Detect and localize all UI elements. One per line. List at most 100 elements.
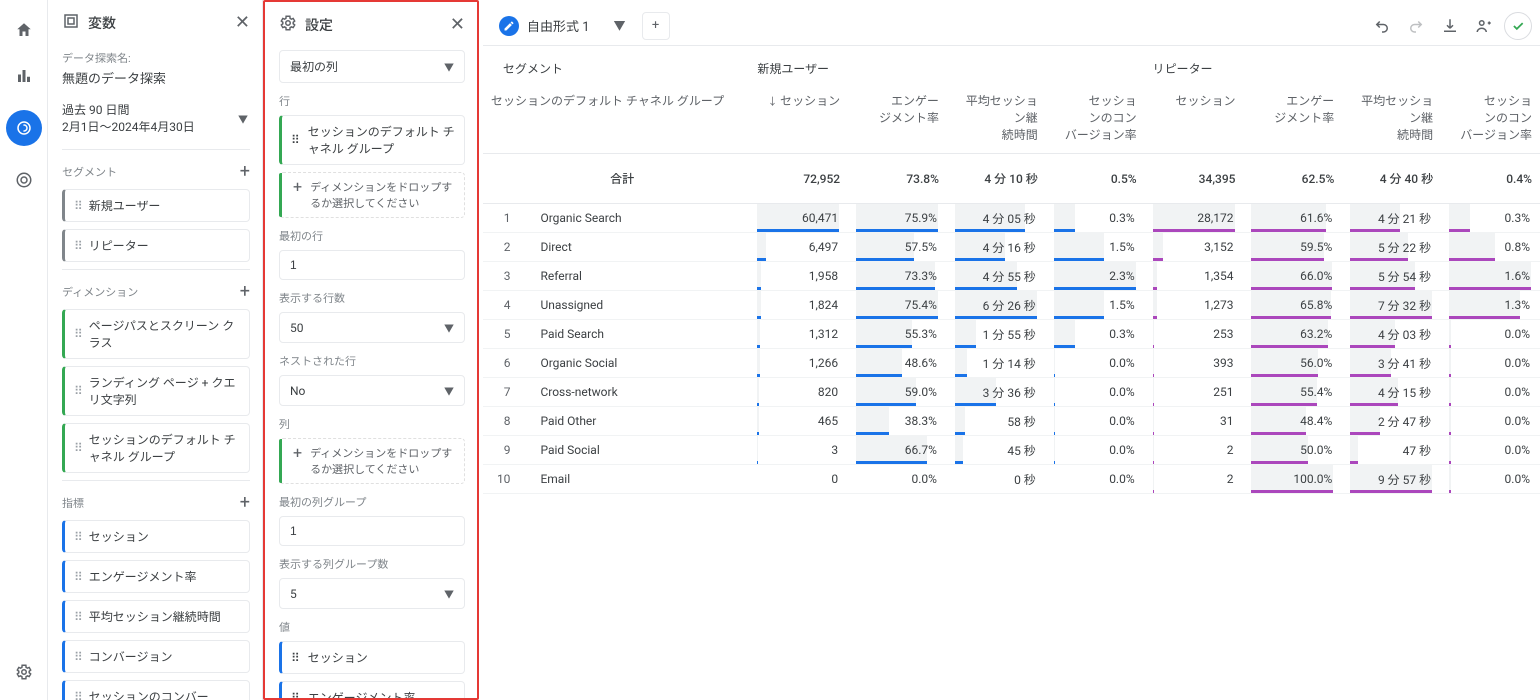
status-ready-icon[interactable]	[1504, 12, 1532, 40]
row-dimension: Organic Search	[520, 204, 749, 233]
settings-title: 設定	[305, 15, 442, 35]
metric-header[interactable]: セッション	[1145, 85, 1244, 154]
met-chip[interactable]: ⠿平均セッション継続時間	[62, 600, 250, 633]
col-dropzone[interactable]: + ディメンションをドロップするか選択してください	[279, 438, 465, 484]
data-cell: 0.0%	[848, 465, 947, 494]
table-row[interactable]: 4Unassigned1,82475.4%6 分 26 秒1.5%1,27365…	[483, 291, 1540, 320]
redo-button[interactable]	[1402, 12, 1430, 40]
data-cell: 0.0%	[1046, 349, 1145, 378]
dim-chip[interactable]: ⠿ランディング ページ + クエリ文字列	[62, 366, 250, 416]
value-chip[interactable]: ⠿エンゲージメント率	[279, 681, 465, 698]
show-col-groups-select[interactable]: 5 ▼	[279, 578, 465, 609]
total-cell: 72,952	[749, 154, 848, 204]
data-cell: 7 分 32 秒	[1342, 291, 1441, 320]
metric-header[interactable]: セッションのコンバージョン率	[1046, 85, 1145, 154]
data-cell: 5 分 22 秒	[1342, 233, 1441, 262]
reports-icon[interactable]	[12, 64, 36, 88]
data-cell: 75.4%	[848, 291, 947, 320]
tab-label: 自由形式 1	[527, 16, 590, 35]
chevron-down-icon: ▼	[444, 383, 454, 398]
first-column-select[interactable]: 最初の列 ▼	[279, 50, 465, 83]
row-dropzone[interactable]: + ディメンションをドロップするか選択してください	[279, 172, 465, 218]
table-row[interactable]: 10Email00.0%0 秒0.0%2100.0%9 分 57 秒0.0%	[483, 465, 1540, 494]
row-dimension-chip[interactable]: ⠿ セッションのデフォルト チャネル グループ	[279, 115, 465, 165]
row-index: 7	[483, 378, 520, 407]
explore-icon[interactable]	[6, 110, 42, 146]
data-cell: 31	[1145, 407, 1244, 436]
metric-header[interactable]: エンゲージメント率	[1243, 85, 1342, 154]
show-rows-select[interactable]: 50 ▼	[279, 312, 465, 343]
seg-chip[interactable]: ⠿新規ユーザー	[62, 189, 250, 222]
table-row[interactable]: 3Referral1,95873.3%4 分 55 秒2.3%1,35466.0…	[483, 262, 1540, 291]
nested-rows-select[interactable]: No ▼	[279, 375, 465, 406]
dim-chip[interactable]: ⠿セッションのデフォルト チャネル グループ	[62, 423, 250, 473]
table-row[interactable]: 9Paid Social366.7%45 秒0.0%250.0%47 秒0.0%	[483, 436, 1540, 465]
metric-header[interactable]: 平均セッション継続時間	[1342, 85, 1441, 154]
exploration-name[interactable]: 無題のデータ探索	[62, 68, 250, 87]
table-row[interactable]: 6Organic Social1,26648.6%1 分 14 秒0.0%393…	[483, 349, 1540, 378]
table-row[interactable]: 7Cross-network82059.0%3 分 36 秒0.0%25155.…	[483, 378, 1540, 407]
seg-chip[interactable]: ⠿リピーター	[62, 229, 250, 262]
metric-header[interactable]: エンゲージメント率	[848, 85, 947, 154]
table-row[interactable]: 5Paid Search1,31255.3%1 分 55 秒0.3%25363.…	[483, 320, 1540, 349]
dimension-header[interactable]: セッションのデフォルト チャネル グループ	[483, 85, 749, 154]
metric-header[interactable]: セッション	[749, 85, 848, 154]
advertising-icon[interactable]	[12, 168, 36, 192]
data-cell: 57.5%	[848, 233, 947, 262]
add-segment-button[interactable]: +	[240, 163, 250, 181]
dim-chip[interactable]: ⠿ページパスとスクリーン クラス	[62, 309, 250, 359]
metric-header[interactable]: 平均セッション継続時間	[947, 85, 1046, 154]
close-variables-button[interactable]: ✕	[235, 14, 250, 32]
drag-handle-icon: ⠿	[291, 651, 300, 665]
start-row-input[interactable]	[279, 250, 465, 280]
row-index: 1	[483, 204, 520, 233]
data-cell: 253	[1145, 320, 1244, 349]
table-row[interactable]: 1Organic Search60,47175.9%4 分 05 秒0.3%28…	[483, 204, 1540, 233]
table-row[interactable]: 2Direct6,49757.5%4 分 16 秒1.5%3,15259.5%5…	[483, 233, 1540, 262]
add-metric-button[interactable]: +	[240, 494, 250, 512]
data-cell: 4 分 55 秒	[947, 262, 1046, 291]
admin-gear-icon[interactable]	[12, 660, 36, 684]
data-cell: 0.3%	[1046, 204, 1145, 233]
drag-handle-icon: ⠿	[74, 199, 81, 213]
met-chip[interactable]: ⠿セッションのコンバー	[62, 680, 250, 700]
home-icon[interactable]	[12, 18, 36, 42]
data-cell: 50.0%	[1243, 436, 1342, 465]
download-button[interactable]	[1436, 12, 1464, 40]
total-cell: 0.5%	[1046, 154, 1145, 204]
value-chip[interactable]: ⠿セッション	[279, 641, 465, 674]
total-cell: 4 分 40 秒	[1342, 154, 1441, 204]
segment-repeaters: リピーター	[1145, 46, 1540, 85]
data-cell: 66.0%	[1243, 262, 1342, 291]
add-dimension-button[interactable]: +	[240, 283, 250, 301]
data-cell: 4 分 16 秒	[947, 233, 1046, 262]
met-chip[interactable]: ⠿セッション	[62, 520, 250, 553]
close-settings-button[interactable]: ✕	[450, 16, 465, 34]
data-cell: 73.3%	[848, 262, 947, 291]
data-cell: 0 秒	[947, 465, 1046, 494]
met-chip[interactable]: ⠿コンバージョン	[62, 640, 250, 673]
data-cell: 6,497	[749, 233, 848, 262]
metric-header[interactable]: セッションのコンバージョン率	[1441, 85, 1540, 154]
total-label: 合計	[483, 154, 749, 204]
drag-handle-icon: ⠿	[74, 384, 81, 398]
row-dimension: Paid Social	[520, 436, 749, 465]
rows-label: 行	[279, 93, 465, 109]
segment-new-users: 新規ユーザー	[749, 46, 1144, 85]
drag-handle-icon: ⠿	[74, 690, 81, 700]
data-cell: 0	[749, 465, 848, 494]
tab-freeform[interactable]: 自由形式 1	[491, 10, 604, 42]
drag-handle-icon: ⠿	[74, 570, 81, 584]
undo-button[interactable]	[1368, 12, 1396, 40]
start-col-group-input[interactable]	[279, 516, 465, 546]
data-cell: 0.3%	[1441, 204, 1540, 233]
main-area: 自由形式 1 ▼ + セグメント 新規ユーザー	[483, 0, 1540, 700]
date-range-selector[interactable]: 過去 90 日間 2月1日～2024年4月30日 ▼	[62, 101, 250, 135]
data-cell: 9 分 57 秒	[1342, 465, 1441, 494]
table-row[interactable]: 8Paid Other46538.3%58 秒0.0%3148.4%2 分 47…	[483, 407, 1540, 436]
data-cell: 3 分 41 秒	[1342, 349, 1441, 378]
add-tab-button[interactable]: +	[642, 12, 670, 40]
met-chip[interactable]: ⠿エンゲージメント率	[62, 560, 250, 593]
tab-menu-button[interactable]: ▼	[610, 13, 630, 38]
share-button[interactable]	[1470, 12, 1498, 40]
